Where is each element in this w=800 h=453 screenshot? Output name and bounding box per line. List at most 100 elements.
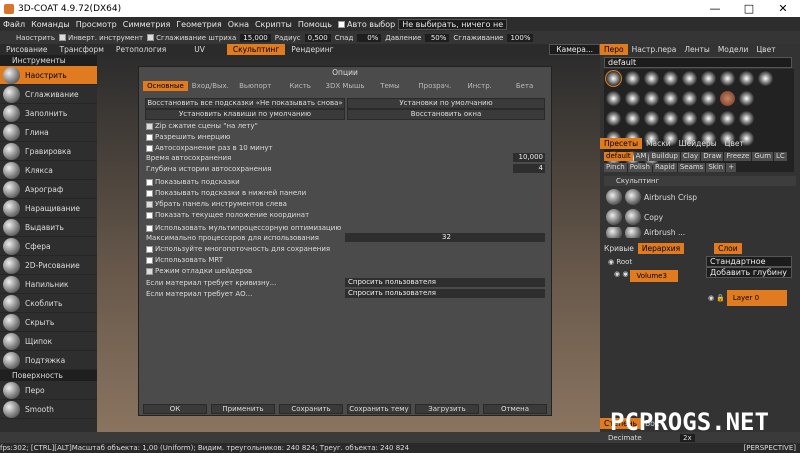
shader-debug-checkbox[interactable] bbox=[146, 267, 153, 275]
tag-rapid[interactable]: Rapid bbox=[652, 163, 677, 172]
eye-icon[interactable]: ◉ ◉ bbox=[614, 270, 628, 282]
brush-alpha[interactable] bbox=[625, 91, 640, 106]
default-keys-button[interactable]: Установить клавиши по умолчанию bbox=[145, 109, 345, 120]
tag-clay[interactable]: Clay bbox=[680, 152, 701, 161]
tool-pen[interactable]: Перо bbox=[0, 381, 97, 400]
eye-icon[interactable]: ◉ bbox=[608, 258, 614, 266]
brush-alpha[interactable] bbox=[625, 111, 640, 126]
smooth-stroke-toggle[interactable]: Сглаживание штриха bbox=[147, 34, 236, 42]
preset-airbrush-crisp[interactable]: Airbrush Crisp bbox=[606, 187, 796, 207]
inertia-checkbox[interactable] bbox=[146, 133, 153, 141]
tag-polish[interactable]: Polish bbox=[627, 163, 652, 172]
brush-alpha[interactable] bbox=[701, 91, 716, 106]
minimize-button[interactable]: — bbox=[698, 2, 732, 15]
tool-airbrush[interactable]: Аэрограф bbox=[0, 180, 97, 199]
brush-alpha[interactable] bbox=[739, 111, 754, 126]
close-button[interactable]: ✕ bbox=[766, 2, 800, 15]
tag-skin[interactable]: Skin bbox=[706, 163, 726, 172]
tool-pull[interactable]: Подтяжка bbox=[0, 351, 97, 370]
auto-select-toggle[interactable]: Авто выбор bbox=[335, 20, 398, 29]
curvature-dropdown[interactable]: Спросить пользователя bbox=[345, 278, 545, 287]
brush-alpha[interactable] bbox=[663, 111, 678, 126]
mrt-option[interactable]: Использовать MRT bbox=[146, 255, 223, 265]
select-mode-dropdown[interactable]: Не выбирать, ничего не bbox=[398, 18, 508, 30]
brush-alpha[interactable] bbox=[663, 71, 678, 86]
tool-hide[interactable]: Скрыть bbox=[0, 313, 97, 332]
tree-volume[interactable]: ◉ ◉ Volume3 bbox=[614, 270, 679, 282]
lock-icon[interactable]: 🔒 bbox=[716, 294, 725, 302]
tab-hierarchy[interactable]: Иерархия bbox=[637, 243, 685, 254]
menu-geometry[interactable]: Геометрия bbox=[173, 20, 224, 29]
room-tab-sculpt[interactable]: Скульптинг bbox=[226, 44, 286, 55]
save-button[interactable]: Сохранить bbox=[279, 404, 343, 414]
show-coords-option[interactable]: Показать текущее положение координат bbox=[146, 210, 309, 220]
hints-bottom-checkbox[interactable] bbox=[146, 189, 153, 197]
blend-mode-dropdown[interactable]: Стандартное bbox=[706, 256, 792, 267]
brush-alpha[interactable] bbox=[682, 71, 697, 86]
multicore-checkbox[interactable] bbox=[146, 224, 153, 232]
tag-lc[interactable]: LC bbox=[774, 152, 787, 161]
menu-windows[interactable]: Окна bbox=[225, 20, 252, 29]
mrt-checkbox[interactable] bbox=[146, 256, 153, 264]
tab-pen-settings[interactable]: Настр.пера bbox=[628, 44, 681, 55]
smooth-stroke-checkbox[interactable] bbox=[147, 34, 155, 41]
tool-clay[interactable]: Глина bbox=[0, 123, 97, 142]
brush-alpha[interactable] bbox=[720, 111, 735, 126]
invert-checkbox[interactable] bbox=[58, 34, 66, 41]
menu-view[interactable]: Просмотр bbox=[73, 20, 120, 29]
save-theme-button[interactable]: Сохранить тему bbox=[347, 404, 411, 414]
tab-strips[interactable]: Ленты bbox=[680, 44, 713, 55]
brush-alpha[interactable] bbox=[605, 70, 622, 87]
tool-fill[interactable]: Заполнить bbox=[0, 104, 97, 123]
camera-dropdown[interactable]: Камера... bbox=[549, 44, 600, 55]
tab-themes[interactable]: Темы bbox=[367, 81, 412, 91]
zip-option[interactable]: Zip сжатие сцены "на лету" bbox=[146, 121, 258, 131]
brush-alpha[interactable] bbox=[606, 91, 621, 106]
brush-alpha[interactable] bbox=[720, 71, 735, 86]
tool-2d-paint[interactable]: 2D-Рисование bbox=[0, 256, 97, 275]
default-settings-button[interactable]: Установки по умолчанию bbox=[347, 98, 545, 109]
brush-alpha[interactable] bbox=[739, 91, 754, 106]
tab-models[interactable]: Модели bbox=[714, 44, 753, 55]
tab-pen[interactable]: Перо bbox=[600, 44, 628, 55]
menu-commands[interactable]: Команды bbox=[28, 20, 73, 29]
tool-pinch[interactable]: Щипок bbox=[0, 332, 97, 351]
add-tag-button[interactable]: + bbox=[726, 163, 737, 172]
tool-sphere[interactable]: Сфера bbox=[0, 237, 97, 256]
tab-general[interactable]: Основные bbox=[143, 81, 188, 91]
tag-seams[interactable]: Seams bbox=[677, 163, 706, 172]
tab-beta[interactable]: Бета bbox=[502, 81, 547, 91]
show-coords-checkbox[interactable] bbox=[146, 211, 153, 219]
falloff-field[interactable]: 0% bbox=[357, 33, 382, 42]
pressure-field[interactable]: 50% bbox=[425, 33, 450, 42]
brush-alpha[interactable] bbox=[682, 91, 697, 106]
tag-pinch[interactable]: Pinch bbox=[604, 163, 627, 172]
brush-set-dropdown[interactable]: default bbox=[604, 57, 792, 68]
preset-copy[interactable]: Copy bbox=[606, 207, 796, 227]
tab-curves[interactable]: Кривые bbox=[600, 243, 638, 254]
room-tab-paint[interactable]: Рисование bbox=[0, 44, 54, 55]
brush-alpha[interactable] bbox=[625, 71, 640, 86]
tab-shaders[interactable]: Шейдеры bbox=[675, 138, 721, 149]
tab-masks[interactable]: Маски bbox=[642, 138, 675, 149]
tab-color[interactable]: Цвет bbox=[752, 44, 779, 55]
tool-extrude[interactable]: Выдавить bbox=[0, 218, 97, 237]
brush-alpha[interactable] bbox=[606, 111, 621, 126]
tab-io[interactable]: Вход/Вых. bbox=[188, 81, 233, 91]
smoothing-field[interactable]: 100% bbox=[507, 33, 534, 42]
tab-viewport[interactable]: Вьюпорт bbox=[233, 81, 278, 91]
tool-file[interactable]: Напильник bbox=[0, 275, 97, 294]
tab-preset-color[interactable]: Цвет bbox=[721, 138, 748, 149]
brush-alpha[interactable] bbox=[720, 91, 735, 106]
brush-alpha[interactable] bbox=[644, 111, 659, 126]
tab-transparency[interactable]: Прозрач. bbox=[412, 81, 457, 91]
shader-debug-option[interactable]: Режим отладки шейдеров bbox=[146, 266, 252, 276]
brush-alpha[interactable] bbox=[663, 91, 678, 106]
multithread-save-option[interactable]: Используйте многопоточность для сохранен… bbox=[146, 244, 330, 254]
tool-sharpen[interactable]: Наострить bbox=[0, 66, 97, 85]
room-tab-uv[interactable]: UV bbox=[172, 44, 227, 55]
zip-checkbox[interactable] bbox=[146, 122, 153, 130]
brush-alpha[interactable] bbox=[739, 71, 754, 86]
menu-file[interactable]: Файл bbox=[0, 20, 28, 29]
tag-buildup[interactable]: Buildup bbox=[649, 152, 680, 161]
